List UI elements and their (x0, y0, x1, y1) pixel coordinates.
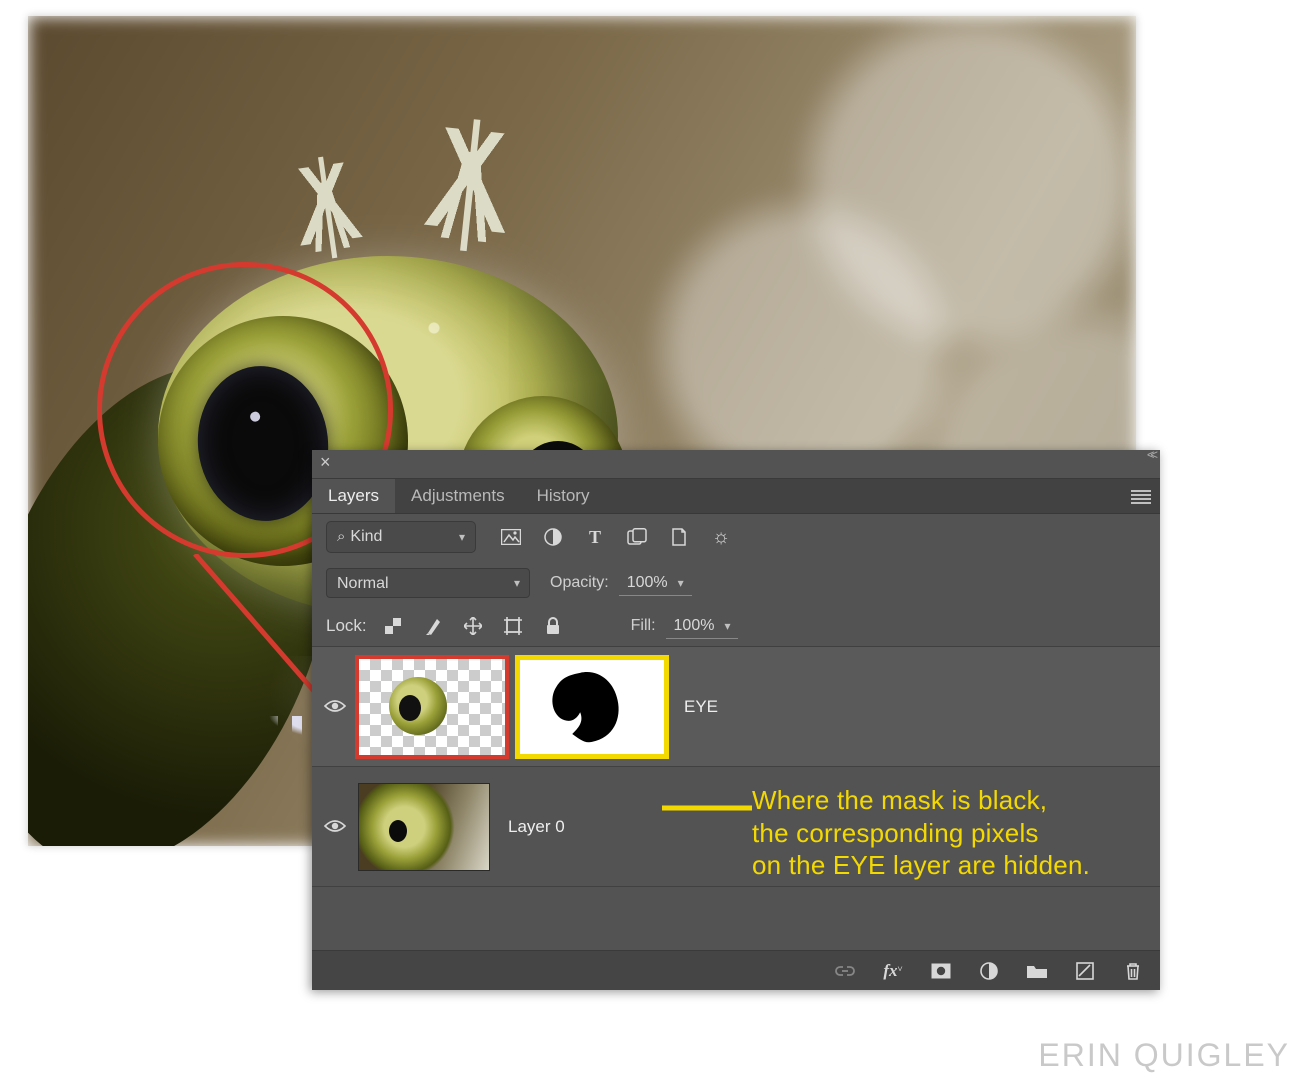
credit-text: ERIN QUIGLEY (1038, 1037, 1290, 1074)
panel-menu-icon[interactable] (1128, 487, 1154, 507)
visibility-toggle-icon[interactable] (324, 694, 346, 720)
layer-name-label[interactable]: Layer 0 (508, 817, 565, 837)
trash-icon[interactable] (1122, 960, 1144, 982)
layer-thumbnail[interactable] (358, 783, 490, 871)
chevron-down-icon: ▾ (678, 576, 684, 590)
type-filter-icon[interactable]: T (584, 526, 606, 548)
image-filter-icon[interactable] (500, 526, 522, 548)
blend-mode-dropdown[interactable]: Normal (326, 568, 530, 598)
fx-icon[interactable]: fx˅ (882, 960, 904, 982)
collapse-panel-icon[interactable]: << (1147, 447, 1154, 462)
tab-adjustments[interactable]: Adjustments (395, 479, 521, 513)
group-icon[interactable] (1026, 960, 1048, 982)
lock-all-icon[interactable] (543, 616, 563, 636)
layer-mask-thumbnail[interactable] (518, 658, 666, 756)
lock-position-icon[interactable] (463, 616, 483, 636)
artboard-filter-icon[interactable]: ☼ (710, 526, 732, 548)
tab-layers[interactable]: Layers (312, 479, 395, 513)
layers-panel: × << Layers Adjustments History ⌕Kind ▾ … (312, 450, 1160, 990)
layer-thumbnail[interactable] (358, 658, 506, 756)
adjustment-layer-icon[interactable] (978, 960, 1000, 982)
fill-value[interactable]: 100% ▾ (666, 613, 739, 639)
opacity-label: Opacity: (550, 574, 609, 592)
adjustment-filter-icon[interactable] (542, 526, 564, 548)
annotation-callout: Where the mask is black, the correspondi… (752, 784, 1090, 882)
lock-artboard-icon[interactable] (503, 616, 523, 636)
filter-kind-label: Kind (350, 528, 382, 545)
smartobject-filter-icon[interactable] (668, 526, 690, 548)
lock-transparency-icon[interactable] (383, 616, 403, 636)
shape-filter-icon[interactable] (626, 526, 648, 548)
chevron-down-icon: ▾ (724, 619, 730, 633)
lock-pixels-icon[interactable] (423, 616, 443, 636)
fill-label: Fill: (631, 617, 656, 635)
add-mask-icon[interactable] (930, 960, 952, 982)
search-icon: ⌕ (337, 528, 345, 545)
visibility-toggle-icon[interactable] (324, 814, 346, 840)
new-layer-icon[interactable] (1074, 960, 1096, 982)
chevron-down-icon: ▾ (459, 530, 465, 544)
opacity-value[interactable]: 100% ▾ (619, 570, 692, 596)
close-icon[interactable]: × (320, 456, 334, 470)
filter-kind-dropdown[interactable]: ⌕ Kind ▾ (326, 521, 476, 553)
lock-label: Lock: (326, 616, 367, 636)
link-icon[interactable] (834, 960, 856, 982)
tab-history[interactable]: History (521, 479, 606, 513)
layer-row-eye[interactable]: EYE (312, 647, 1160, 767)
layer-name-label[interactable]: EYE (684, 697, 718, 717)
